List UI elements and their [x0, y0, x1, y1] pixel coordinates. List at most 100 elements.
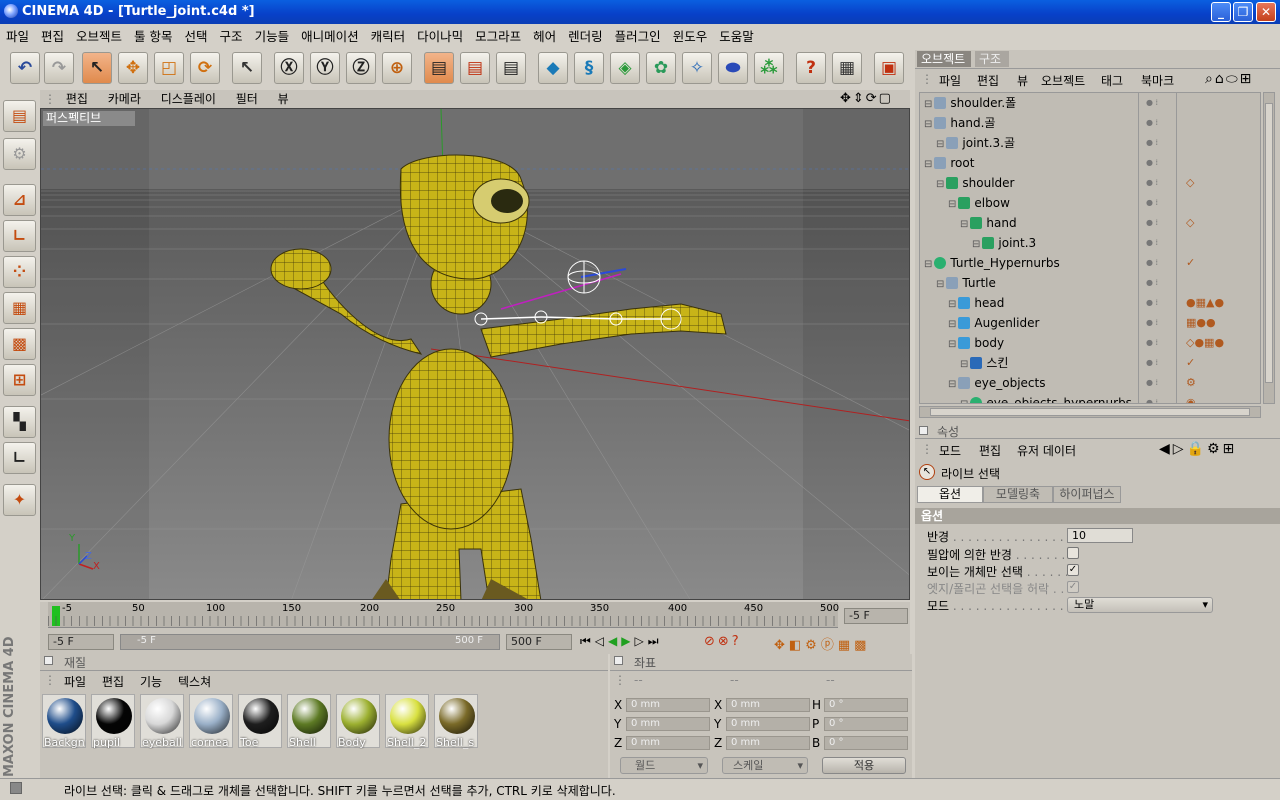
visibility-dots-icon[interactable]: ● ⁞: [1146, 253, 1158, 273]
viewport-menu-display[interactable]: 디스플레이: [153, 90, 224, 108]
object-row[interactable]: ⊟ Turtle_Hypernurbs ● ⁞ ✓: [924, 253, 1195, 273]
tag-icons[interactable]: ◇: [1186, 173, 1194, 193]
visibility-dots-icon[interactable]: ● ⁞: [1146, 153, 1158, 173]
object-row[interactable]: ⊟ joint.3 ● ⁞: [924, 233, 1158, 253]
start-frame-field[interactable]: -5 F: [48, 634, 114, 650]
vertical-scrollbar[interactable]: [1263, 92, 1275, 404]
pressure-radius-checkbox[interactable]: [1067, 547, 1079, 559]
obj-menu-bookmark[interactable]: 북마크: [1141, 72, 1174, 89]
object-row[interactable]: ⊟ Augenlider ● ⁞ ▦●●: [924, 313, 1216, 333]
viewport-3d[interactable]: 퍼스펙티브 Y Z X: [40, 108, 910, 600]
obj-menu-edit[interactable]: 편집: [977, 72, 999, 89]
visibility-dots-icon[interactable]: ● ⁞: [1146, 173, 1158, 193]
horizontal-scrollbar[interactable]: [919, 406, 1261, 418]
menu-file[interactable]: 파일: [0, 24, 35, 47]
material-menu-texture[interactable]: 텍스쳐: [178, 673, 211, 690]
coordinate-system-icon[interactable]: ⊕: [382, 52, 412, 84]
material-menu-file[interactable]: 파일: [64, 673, 86, 690]
visibility-dots-icon[interactable]: ● ⁞: [1146, 133, 1158, 153]
viewport-layout-icon[interactable]: ▤: [3, 100, 36, 132]
expand-icon[interactable]: ⊟: [924, 159, 932, 170]
material-swatch[interactable]: Backgn: [42, 694, 86, 749]
attr-menu-userdata[interactable]: 유저 데이터: [1017, 442, 1076, 459]
close-button[interactable]: ✕: [1256, 2, 1276, 22]
expand-icon[interactable]: ⊟: [924, 119, 932, 130]
tab-modeling-axis[interactable]: 모델링축: [983, 486, 1053, 503]
points-mode-icon[interactable]: ⁘: [3, 256, 36, 288]
panel-checkbox[interactable]: [919, 426, 928, 435]
object-mode-icon[interactable]: ↖: [232, 52, 262, 84]
radius-field[interactable]: 10: [1067, 528, 1133, 543]
size-x-field[interactable]: 0 mm: [726, 698, 810, 712]
object-row[interactable]: ⊟ Turtle ● ⁞: [924, 273, 1158, 293]
tab-hypernurbs[interactable]: 하이퍼넙스: [1053, 486, 1121, 503]
object-row[interactable]: ⊟ joint.3.골 ● ⁞: [924, 133, 1158, 153]
expand-icon[interactable]: ⊟: [960, 359, 968, 370]
polygons-mode-icon[interactable]: ▩: [3, 328, 36, 360]
expand-icon[interactable]: ⊟: [948, 339, 956, 350]
material-swatch[interactable]: eyeball: [140, 694, 184, 749]
menu-character[interactable]: 캐릭터: [365, 24, 412, 47]
pos-x-field[interactable]: 0 mm: [626, 698, 710, 712]
menu-dynamics[interactable]: 다이나믹: [411, 24, 469, 47]
material-swatch[interactable]: pupil: [91, 694, 135, 749]
object-row[interactable]: ⊟ head ● ⁞ ●▦▲●: [924, 293, 1224, 313]
menu-hair[interactable]: 헤어: [527, 24, 562, 47]
object-row[interactable]: ⊟ eye_objects ● ⁞ ⚙: [924, 373, 1196, 393]
expand-icon[interactable]: ⊟: [960, 219, 968, 230]
menu-window[interactable]: 윈도우: [667, 24, 714, 47]
layout-switch-icon[interactable]: ▣: [874, 52, 904, 84]
menu-animation[interactable]: 애니메이션: [295, 24, 365, 47]
material-swatch[interactable]: Shell_2: [385, 694, 429, 749]
object-row[interactable]: ⊟ 스킨 ● ⁞ ✓: [924, 353, 1195, 373]
workplane-icon[interactable]: ∟: [3, 442, 36, 474]
material-swatch[interactable]: Toe: [238, 694, 282, 749]
expand-icon[interactable]: ⊟: [936, 139, 944, 150]
menu-tools[interactable]: 툴 항목: [128, 24, 178, 47]
obj-menu-view[interactable]: 뷰: [1017, 72, 1028, 89]
spline-icon[interactable]: §: [574, 52, 604, 84]
expand-icon[interactable]: ⊟: [936, 279, 944, 290]
array-icon[interactable]: ✿: [646, 52, 676, 84]
render-picture-viewer-icon[interactable]: ▤: [460, 52, 490, 84]
expand-icon[interactable]: ⊟: [936, 179, 944, 190]
visibility-dots-icon[interactable]: ● ⁞: [1146, 313, 1158, 333]
visibility-dots-icon[interactable]: ● ⁞: [1146, 193, 1158, 213]
move-icon[interactable]: ✥: [118, 52, 148, 84]
pos-z-field[interactable]: 0 mm: [626, 736, 710, 750]
help-icon[interactable]: ?: [796, 52, 826, 84]
visibility-dots-icon[interactable]: ● ⁞: [1146, 373, 1158, 393]
nav-arrows-icon[interactable]: ◀▷🔒⚙⊞: [1159, 441, 1237, 457]
object-tree[interactable]: ⊟ shoulder.폴 ● ⁞ ⊟ hand.골 ● ⁞ ⊟ joint.3.골 ● ⁞ ⊟ ro…: [919, 92, 1261, 404]
tag-icons[interactable]: ⚙: [1186, 373, 1196, 393]
expand-icon[interactable]: ⊟: [948, 299, 956, 310]
expand-icon[interactable]: ⊟: [948, 319, 956, 330]
menu-plugins[interactable]: 플러그인: [609, 24, 667, 47]
tag-icons[interactable]: ◉: [1186, 393, 1196, 403]
object-row[interactable]: ⊟ body ● ⁞ ◇●▦●: [924, 333, 1224, 353]
visibility-dots-icon[interactable]: ● ⁞: [1146, 93, 1158, 113]
expand-icon[interactable]: ⊟: [948, 379, 956, 390]
menu-structure[interactable]: 구조: [214, 24, 249, 47]
expand-icon[interactable]: ⊟: [924, 99, 932, 110]
obj-menu-object[interactable]: 오브젝트: [1041, 72, 1085, 89]
layout-icon[interactable]: ▦: [832, 52, 862, 84]
tab-objects[interactable]: 오브젝트: [917, 51, 971, 67]
object-axis-icon[interactable]: ∟: [3, 220, 36, 252]
pos-y-field[interactable]: 0 mm: [626, 717, 710, 731]
viewport-menu-view[interactable]: 뷰: [270, 90, 297, 108]
expand-icon[interactable]: ⊟: [924, 259, 932, 270]
material-swatch[interactable]: Shell: [287, 694, 331, 749]
tag-icons[interactable]: ●▦▲●: [1186, 293, 1224, 313]
maximize-button[interactable]: ❐: [1233, 2, 1253, 22]
visibility-dots-icon[interactable]: ● ⁞: [1146, 393, 1158, 403]
attr-menu-edit[interactable]: 편집: [979, 442, 1001, 459]
deformer-icon[interactable]: ✧: [682, 52, 712, 84]
minimize-button[interactable]: _: [1211, 2, 1231, 22]
visibility-dots-icon[interactable]: ● ⁞: [1146, 333, 1158, 353]
scale-dropdown[interactable]: 스케일 ▾: [722, 757, 808, 774]
search-icon[interactable]: ⌕⌂⬭⊞: [1205, 71, 1253, 87]
visible-only-checkbox[interactable]: ✓: [1067, 564, 1079, 576]
tag-icons[interactable]: ◇●▦●: [1186, 333, 1224, 353]
material-swatch[interactable]: Body: [336, 694, 380, 749]
